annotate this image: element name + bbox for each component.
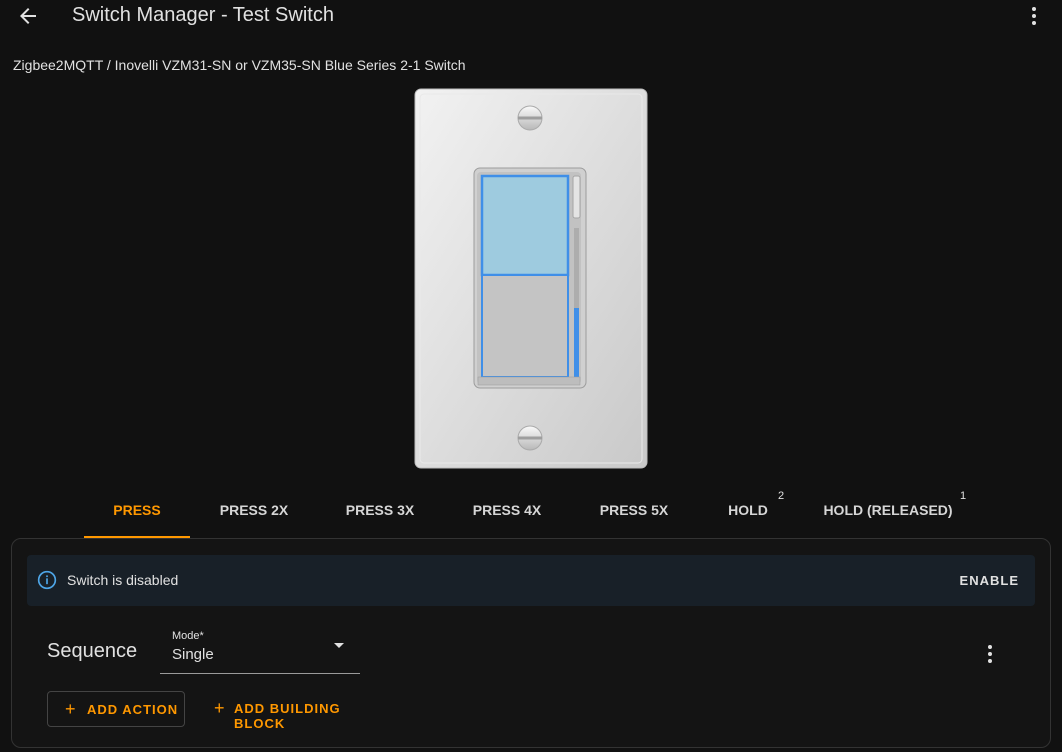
top-app-bar: Switch Manager - Test Switch: [0, 0, 1062, 32]
tab-press-4x[interactable]: PRESS 4X: [457, 492, 557, 538]
tab-label: HOLD (RELEASED): [823, 502, 953, 518]
tab-badge: 2: [778, 490, 785, 502]
top-paddle[interactable]: [480, 174, 570, 277]
tab-label: PRESS 5X: [599, 502, 669, 518]
back-arrow-icon[interactable]: [16, 4, 40, 28]
dropdown-caret-icon: [334, 643, 344, 648]
more-vert-icon[interactable]: [980, 642, 1000, 666]
bottom-screw: [517, 425, 543, 451]
tab-label: PRESS 2X: [219, 502, 289, 518]
tab-press-3x[interactable]: PRESS 3X: [330, 492, 430, 538]
add-building-block-label: ADD BUILDING BLOCK: [234, 701, 341, 731]
tab-label: HOLD: [728, 502, 768, 518]
more-vert-icon[interactable]: [1022, 4, 1046, 28]
add-action-button[interactable]: + ADD ACTION: [47, 691, 185, 727]
page-title: Switch Manager - Test Switch: [72, 4, 334, 26]
mode-select[interactable]: Mode* Single: [160, 627, 360, 674]
sequence-title: Sequence: [47, 640, 138, 662]
tab-label: PRESS 3X: [345, 502, 415, 518]
tab-press-2x[interactable]: PRESS 2X: [204, 492, 304, 538]
tab-hold[interactable]: HOLD 2: [712, 490, 785, 538]
device-name: Zigbee2MQTT / Inovelli VZM31-SN or VZM35…: [13, 57, 466, 73]
info-icon: [37, 570, 57, 590]
enable-button[interactable]: ENABLE: [960, 573, 1019, 588]
switch-image: [414, 88, 648, 469]
tab-label: PRESS 4X: [472, 502, 542, 518]
mode-value: Single: [172, 646, 214, 663]
config-button[interactable]: [572, 175, 581, 219]
tab-press-5x[interactable]: PRESS 5X: [584, 492, 684, 538]
bottom-paddle[interactable]: [481, 274, 569, 378]
tab-label: PRESS: [113, 502, 161, 518]
add-building-block-button[interactable]: + ADD BUILDING BLOCK: [202, 691, 382, 731]
plus-icon: +: [65, 699, 77, 719]
top-screw: [517, 105, 543, 131]
tab-press[interactable]: PRESS: [84, 492, 190, 538]
add-action-label: ADD ACTION: [87, 702, 179, 717]
mode-label: Mode*: [172, 630, 204, 642]
plus-icon: +: [214, 698, 226, 718]
disabled-alert: Switch is disabled ENABLE: [27, 555, 1035, 606]
alert-message: Switch is disabled: [67, 572, 179, 588]
tab-hold-released[interactable]: HOLD (RELEASED) 1: [822, 490, 966, 538]
sequence-card: Switch is disabled ENABLE Sequence Mode*…: [11, 538, 1051, 748]
tab-badge: 1: [960, 490, 967, 502]
